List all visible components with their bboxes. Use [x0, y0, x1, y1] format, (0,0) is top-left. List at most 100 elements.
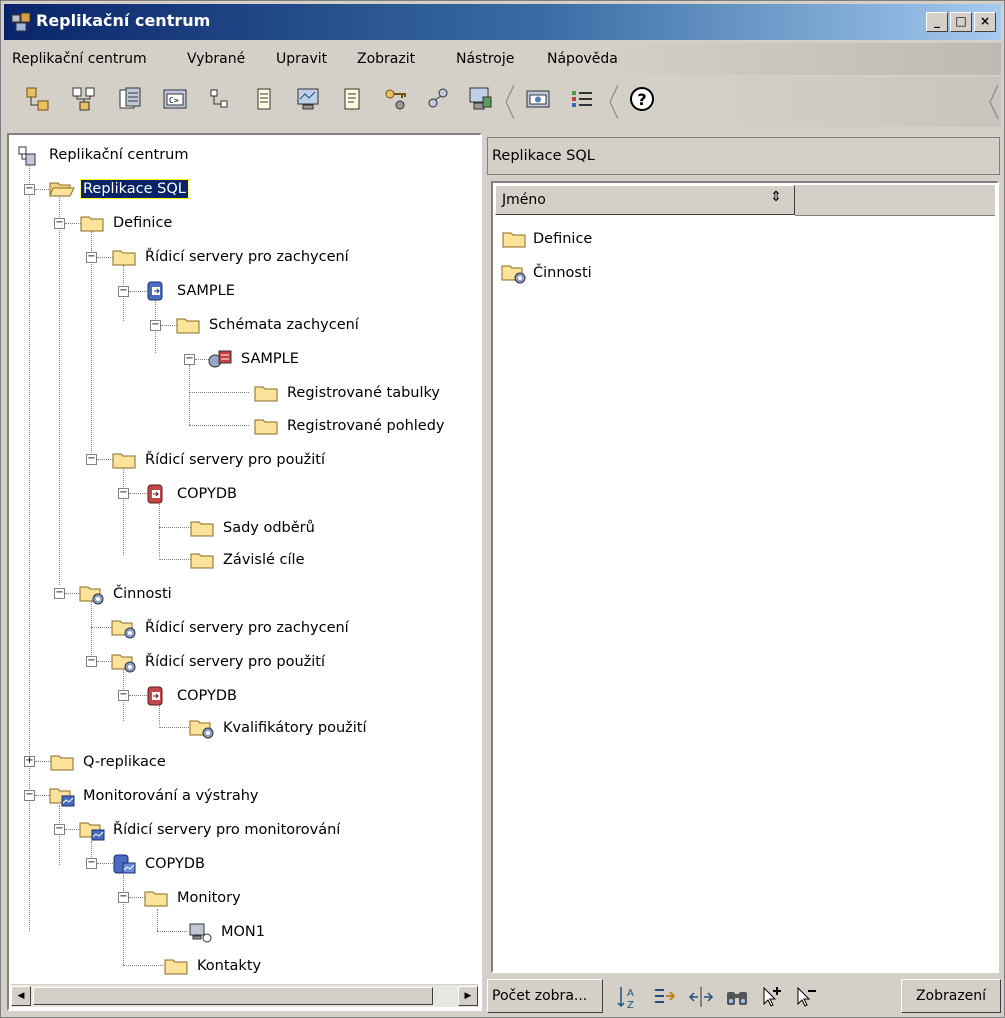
menu-edit[interactable]: Upravit	[276, 51, 327, 67]
folder-icon	[79, 212, 105, 234]
tree-node-contacts[interactable]: Kontakty	[163, 952, 263, 980]
collapse-toggle[interactable]: −	[150, 320, 161, 331]
expand-toggle[interactable]: +	[24, 756, 35, 767]
tree-node-apply-servers[interactable]: Řídicí servery pro použití	[111, 446, 327, 474]
menu-help[interactable]: Nápověda	[547, 51, 618, 67]
license-key-icon[interactable]	[380, 83, 412, 115]
tree-node-copydb-ops[interactable]: COPYDB	[143, 682, 239, 710]
collapse-toggle[interactable]: −	[86, 858, 97, 869]
column-header-name[interactable]: Jméno ⇕	[495, 185, 795, 215]
tree-node-apply-qualifiers[interactable]: Kvalifikátory použití	[189, 714, 369, 742]
task-tree-icon[interactable]	[204, 83, 236, 115]
tree-node-dependent-targets[interactable]: Závislé cíle	[189, 546, 307, 574]
collapse-toggle[interactable]: −	[54, 218, 65, 229]
collapse-toggle[interactable]: −	[86, 454, 97, 465]
maximize-button[interactable]: □	[950, 12, 972, 32]
satellite-icon[interactable]	[422, 83, 454, 115]
displayed-count-button[interactable]: Počet zobra...	[487, 979, 603, 1013]
collapse-toggle[interactable]: −	[86, 252, 97, 263]
replication-center-icon	[15, 144, 41, 166]
menu-tools[interactable]: Nástroje	[456, 51, 514, 67]
app-icon	[10, 11, 32, 33]
sort-toggle-icon[interactable]: ⇕	[770, 189, 782, 205]
tree-node-monitor-servers[interactable]: Řídicí servery pro monitorování	[79, 816, 342, 844]
object-tree[interactable]: − − − − − − − − − − − + − − − − Replikač…	[7, 133, 482, 1011]
list-item[interactable]: Činnosti	[501, 259, 592, 287]
launchpad-icon[interactable]	[22, 83, 54, 115]
tree-node-sql-replication[interactable]: Replikace SQL	[49, 175, 189, 203]
select-all-icon[interactable]	[759, 983, 787, 1011]
operations-folder-icon	[79, 583, 105, 605]
journal-icon[interactable]	[336, 83, 368, 115]
scroll-left-button[interactable]: ◀	[11, 986, 31, 1006]
menu-bar: Replikační centrum Vybrané Upravit Zobra…	[4, 43, 1001, 75]
filter-icon[interactable]	[651, 983, 679, 1011]
column-header-filler	[795, 185, 995, 216]
tree-node-monitoring[interactable]: Monitorování a výstrahy	[49, 782, 260, 810]
folder-icon	[501, 228, 527, 250]
hierarchy-icon[interactable]	[68, 83, 100, 115]
toolbar: C> ?	[4, 77, 1001, 127]
apply-database-icon	[143, 685, 169, 707]
list-item[interactable]: Definice	[501, 225, 592, 253]
close-button[interactable]: ×	[974, 12, 996, 32]
toolbar-separator-3	[989, 84, 999, 120]
deselect-all-icon[interactable]	[793, 983, 821, 1011]
folder-icon	[189, 517, 215, 539]
customize-columns-icon[interactable]	[687, 983, 715, 1011]
tree-node-sample-db[interactable]: SAMPLE	[143, 277, 237, 305]
folder-icon	[175, 314, 201, 336]
horizontal-scrollbar[interactable]: ◀ ▶	[11, 984, 478, 1007]
folder-icon	[163, 955, 189, 977]
find-icon[interactable]	[723, 983, 751, 1011]
tree-node-root[interactable]: Replikační centrum	[15, 141, 190, 169]
collapse-toggle[interactable]: −	[54, 824, 65, 835]
sort-icon[interactable]: AZ	[615, 983, 643, 1011]
collapse-toggle[interactable]: −	[24, 184, 35, 195]
health-center-icon[interactable]	[464, 83, 496, 115]
title-bar[interactable]: Replikační centrum _ □ ×	[4, 4, 1001, 40]
content-pane-title: Replikace SQL	[487, 137, 1000, 175]
tree-node-copydb-apply[interactable]: COPYDB	[143, 480, 239, 508]
contents-list[interactable]: Jméno ⇕ Definice Činnosti	[491, 181, 999, 973]
menu-selected[interactable]: Vybrané	[187, 51, 245, 67]
tree-node-definitions[interactable]: Definice	[79, 209, 174, 237]
main-window: Replikační centrum _ □ × Replikační cent…	[0, 0, 1005, 1018]
minimize-button[interactable]: _	[926, 12, 948, 32]
help-icon[interactable]: ?	[626, 83, 658, 115]
tree-node-registered-views[interactable]: Registrované pohledy	[253, 412, 447, 440]
tree-node-ops-apply-servers[interactable]: Řídicí servery pro použití	[111, 648, 327, 676]
collapse-toggle[interactable]: −	[24, 790, 35, 801]
tree-node-capture-schemas[interactable]: Schémata zachycení	[175, 311, 361, 339]
tree-node-copydb-monitor[interactable]: COPYDB	[111, 850, 207, 878]
tree-node-subscription-sets[interactable]: Sady odběrů	[189, 514, 317, 542]
scroll-right-button[interactable]: ▶	[458, 986, 478, 1006]
tree-node-operations[interactable]: Činnosti	[79, 580, 174, 608]
view-button[interactable]: Zobrazení	[901, 979, 1001, 1013]
tree-node-monitors[interactable]: Monitory	[143, 884, 243, 912]
collapse-toggle[interactable]: −	[118, 690, 129, 701]
collapse-toggle[interactable]: −	[184, 354, 195, 365]
collapse-toggle[interactable]: −	[86, 656, 97, 667]
collapse-toggle[interactable]: −	[118, 286, 129, 297]
menu-replication-center[interactable]: Replikační centrum	[12, 51, 147, 67]
folder-icon	[253, 415, 279, 437]
collapse-toggle[interactable]: −	[118, 892, 129, 903]
tree-node-registered-tables[interactable]: Registrované tabulky	[253, 379, 442, 407]
scroll-thumb[interactable]	[33, 987, 433, 1005]
tree-node-capture-servers[interactable]: Řídicí servery pro zachycení	[111, 243, 351, 271]
details-view-icon[interactable]	[566, 83, 598, 115]
collapse-toggle[interactable]: −	[118, 488, 129, 499]
tools-settings-icon[interactable]	[522, 83, 554, 115]
menu-view[interactable]: Zobrazit	[357, 51, 415, 67]
collapse-toggle[interactable]: −	[54, 588, 65, 599]
tree-node-sample-schema[interactable]: SAMPLE	[207, 345, 301, 373]
monitor-computer-icon	[187, 921, 213, 943]
list-icon[interactable]	[248, 83, 280, 115]
tree-node-q-replication[interactable]: Q-replikace	[49, 748, 168, 776]
tree-node-ops-capture-servers[interactable]: Řídicí servery pro zachycení	[111, 614, 351, 642]
monitor-screen-icon[interactable]	[292, 83, 324, 115]
tree-node-mon1[interactable]: MON1	[187, 918, 267, 946]
command-window-icon[interactable]: C>	[159, 83, 191, 115]
manage-sources-icon[interactable]	[114, 83, 146, 115]
